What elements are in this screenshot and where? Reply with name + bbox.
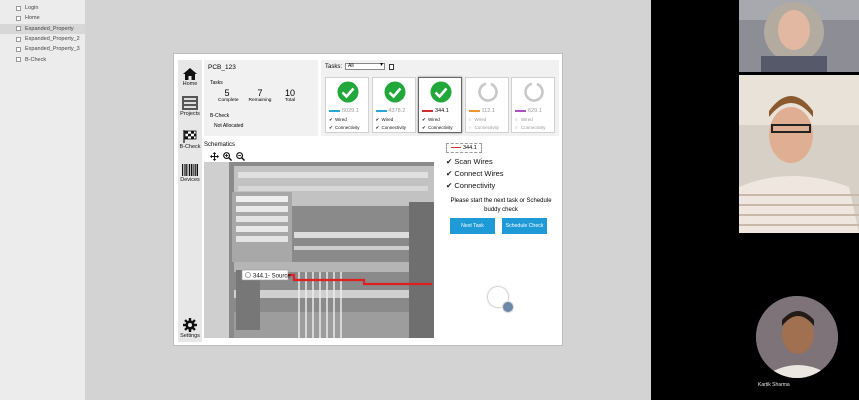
task-step-wired: ✔ Wired — [375, 117, 394, 122]
project-summary: PCB_123 Tasks 5 Complete 7 Remaining 10 … — [204, 60, 318, 136]
nav-bcheck[interactable]: B-Check — [178, 130, 202, 150]
page-list-item[interactable]: B-Check — [0, 54, 85, 64]
page-list-item[interactable]: Login — [0, 3, 85, 13]
nav-settings[interactable]: Settings — [178, 318, 202, 339]
page-list-item[interactable]: Expanded_Property — [0, 23, 85, 34]
task-step-connectivity: ○ Connectivity — [468, 125, 500, 130]
wire-color-swatch — [422, 110, 433, 112]
task-wire-value: 6029.1 — [329, 108, 367, 114]
task-step-connectivity: ○ Connectivity — [515, 125, 546, 130]
check-circle-icon — [337, 81, 359, 103]
participant-2-image — [739, 75, 859, 233]
participant-3-image — [756, 296, 838, 378]
wire-color-swatch — [329, 110, 340, 112]
page-list-item[interactable]: Expanded_Property_3 — [0, 44, 85, 54]
complete-stat: 5 Complete — [218, 88, 239, 103]
bcheck-status: Not Allocated — [214, 123, 244, 129]
nav-devices[interactable]: Devices — [178, 164, 202, 183]
step-connectivity: ✔ Connectivity — [446, 181, 496, 190]
next-action-message: Please start the next task or Schedule b… — [450, 198, 552, 213]
participant-video-2[interactable] — [739, 75, 859, 233]
step-scan-wires: ✔ Scan Wires — [446, 157, 493, 166]
task-wire-value: 4378.2 — [375, 108, 414, 114]
projects-icon — [182, 96, 198, 110]
task-card[interactable]: 4378.2 ✔ Wired ✔ Connectivity — [371, 77, 416, 133]
task-card[interactable]: 6029.1 ✔ Wired ✔ Connectivity — [325, 77, 369, 133]
page-list-item[interactable]: Home — [0, 13, 85, 23]
barcode-icon — [182, 164, 198, 176]
task-status-panel: 344.1 ✔ Scan Wires ✔ Connect Wires ✔ Con… — [438, 142, 562, 242]
selected-wire-tag: 344.1 — [446, 143, 482, 153]
page-list-item[interactable]: Expanded_Property_2 — [0, 34, 85, 44]
presenter-avatar — [502, 301, 514, 313]
schematic-photo[interactable]: 344.1- Source — [204, 162, 434, 338]
total-stat: 10 Total — [284, 88, 296, 103]
page-icon — [16, 46, 21, 52]
nav-home[interactable]: Home — [178, 68, 202, 87]
progress-ring-icon — [477, 82, 498, 102]
zoom-toolbar — [210, 152, 245, 161]
task-step-wired: ○ Wired — [468, 117, 487, 122]
wire-color-swatch — [375, 110, 387, 112]
task-step-wired: ✔ Wired — [329, 117, 347, 122]
zoom-in-icon[interactable] — [223, 152, 232, 161]
wire-color-swatch — [515, 110, 526, 112]
check-circle-icon — [384, 81, 405, 103]
gear-icon — [183, 318, 197, 332]
task-card[interactable]: 629.1 ○ Wired ○ Connectivity — [511, 77, 555, 133]
tasks-filter-label: Tasks: — [325, 64, 343, 70]
sidebar: Home Projects B-Check Devices Settings — [178, 60, 202, 342]
task-step-connectivity: ✔ Connectivity — [375, 125, 407, 130]
participant-1-image — [739, 0, 859, 72]
project-title: PCB_123 — [208, 64, 236, 71]
task-card[interactable]: 344.1 ✔ Wired ✔ Connectivity — [418, 77, 462, 133]
bcheck-heading: B-Check — [210, 113, 230, 119]
check-circle-icon — [430, 81, 452, 103]
zoom-out-icon[interactable] — [236, 152, 245, 161]
task-panel: Tasks: All 6029.1✔Wired✔Connectivity4378… — [321, 60, 559, 136]
remaining-stat: 7 Remaining — [248, 88, 272, 103]
step-connect-wires: ✔ Connect Wires — [446, 169, 504, 178]
view-toggle-button[interactable] — [389, 64, 394, 70]
page-icon — [16, 15, 21, 21]
page-icon — [16, 26, 21, 32]
wire-color-swatch — [451, 146, 461, 149]
task-step-connectivity: ✔ Connectivity — [422, 125, 453, 130]
nav-projects[interactable]: Projects — [178, 96, 202, 117]
page-list-panel: Login Home Expanded_Property Expanded_Pr… — [0, 0, 86, 400]
task-step-connectivity: ✔ Connectivity — [329, 125, 360, 130]
move-icon[interactable] — [210, 152, 219, 161]
task-wire-value: 344.1 — [422, 108, 460, 114]
schedule-check-button[interactable]: Schedule Check — [502, 218, 547, 234]
tasks-filter-select[interactable]: All — [345, 63, 385, 70]
checkered-flag-icon — [183, 130, 197, 143]
progress-ring-icon — [524, 82, 544, 102]
wiring-cabinet-image: 344.1- Source — [204, 162, 434, 338]
home-icon — [183, 68, 197, 80]
next-task-button[interactable]: Next Task — [450, 218, 495, 234]
task-card[interactable]: 112.1 ○ Wired ○ Connectivity — [464, 77, 509, 133]
source-label[interactable]: 344.1- Source — [253, 274, 291, 280]
participant-3-name: Kartik Sharma — [758, 382, 790, 388]
participant-video-1[interactable] — [739, 0, 859, 72]
wire-color-swatch — [468, 110, 480, 112]
task-wire-value: 112.1 — [468, 108, 507, 114]
tasks-heading: Tasks — [210, 80, 223, 86]
page-icon — [16, 36, 21, 42]
page-icon — [16, 57, 21, 63]
page-icon — [16, 5, 21, 11]
schematics-label: Schematics — [204, 142, 236, 148]
task-wire-value: 629.1 — [515, 108, 553, 114]
task-step-wired: ✔ Wired — [422, 117, 440, 122]
participant-video-3[interactable] — [756, 296, 838, 378]
task-step-wired: ○ Wired — [515, 117, 533, 122]
